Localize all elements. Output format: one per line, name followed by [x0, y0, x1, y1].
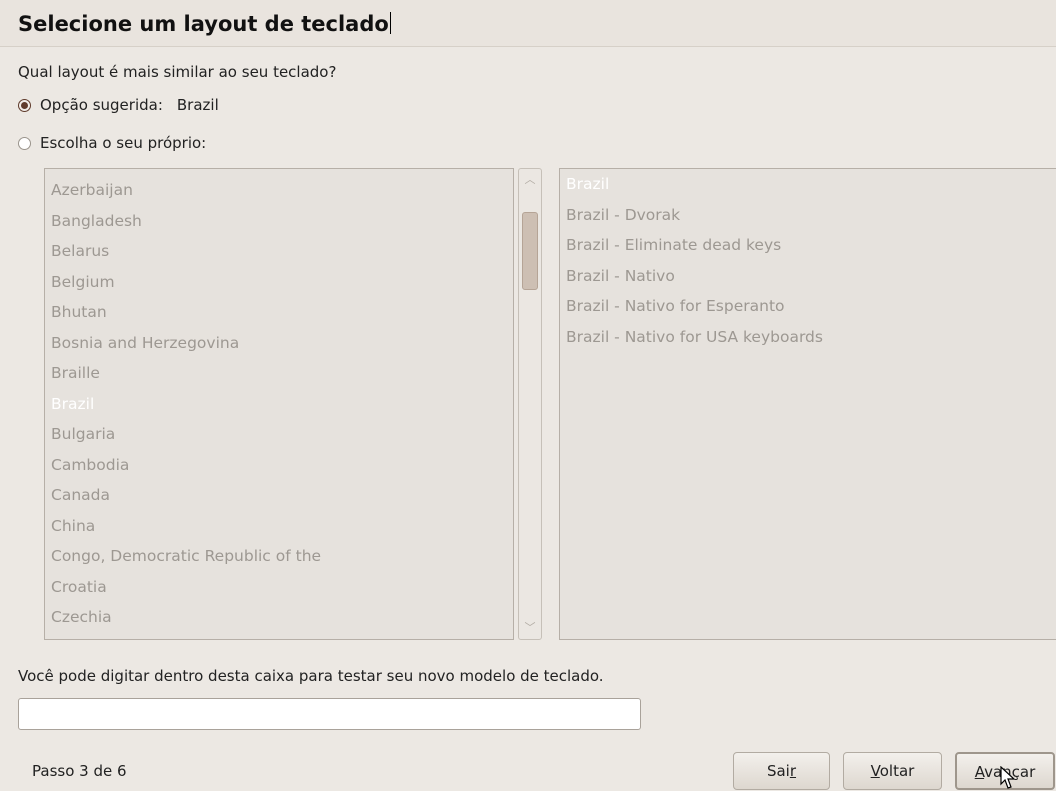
- country-list-item[interactable]: Belgium: [45, 267, 513, 298]
- radio-unchecked-icon: [18, 136, 31, 150]
- country-list-item[interactable]: Congo, Democratic Republic of the: [45, 541, 513, 572]
- variant-list-item[interactable]: Brazil: [560, 169, 1056, 200]
- country-list-item[interactable]: Bhutan: [45, 297, 513, 328]
- country-list-item[interactable]: Bosnia and Herzegovina: [45, 328, 513, 359]
- choose-own-label: Escolha o seu próprio:: [40, 134, 207, 152]
- variant-list-item[interactable]: Brazil - Nativo for USA keyboards: [560, 322, 1056, 353]
- country-list-item[interactable]: Czechia: [45, 602, 513, 633]
- variant-list-item[interactable]: Brazil - Nativo: [560, 261, 1056, 292]
- quit-label-text: Sai: [766, 762, 790, 780]
- scroll-up-icon[interactable]: ︿: [519, 169, 541, 191]
- scroll-thumb[interactable]: [522, 212, 538, 290]
- country-list-item[interactable]: China: [45, 511, 513, 542]
- step-indicator: Passo 3 de 6: [32, 762, 127, 780]
- mouse-pointer-icon: [1000, 766, 1016, 789]
- country-list-item[interactable]: Azerbaijan: [45, 175, 513, 206]
- country-list-item[interactable]: Brazil: [45, 389, 513, 420]
- variant-list-item[interactable]: Brazil - Eliminate dead keys: [560, 230, 1056, 261]
- suggested-option-label: Opção sugerida:: [40, 96, 163, 114]
- country-list-item[interactable]: Belarus: [45, 236, 513, 267]
- scroll-down-icon[interactable]: ﹀: [519, 617, 541, 639]
- page-title: Selecione um layout de teclado: [18, 12, 391, 36]
- suggested-option-radio[interactable]: Opção sugerida: Brazil: [18, 96, 219, 114]
- keyboard-test-input[interactable]: [18, 698, 641, 730]
- country-list-item[interactable]: Bangladesh: [45, 206, 513, 237]
- test-hint: Você pode digitar dentro desta caixa par…: [18, 667, 604, 685]
- country-list-item[interactable]: Croatia: [45, 572, 513, 603]
- country-list-item[interactable]: Braille: [45, 358, 513, 389]
- radio-checked-icon: [18, 98, 31, 112]
- country-list-item[interactable]: Canada: [45, 480, 513, 511]
- choose-own-radio[interactable]: Escolha o seu próprio:: [18, 134, 206, 152]
- next-mnemonic: A: [974, 763, 985, 781]
- back-button[interactable]: Voltar: [843, 752, 942, 790]
- quit-mnemonic: r: [789, 762, 797, 780]
- back-mnemonic: V: [870, 762, 880, 780]
- layout-question: Qual layout é mais similar ao seu teclad…: [18, 63, 337, 81]
- quit-button[interactable]: Sair: [733, 752, 830, 790]
- country-list-scrollbar[interactable]: ︿ ﹀: [518, 168, 542, 640]
- text-cursor: [389, 12, 391, 34]
- country-list-item[interactable]: Bulgaria: [45, 419, 513, 450]
- title-bar: Selecione um layout de teclado: [0, 0, 1056, 47]
- back-label-text: oltar: [879, 762, 915, 780]
- variant-list[interactable]: Brazil Brazil - Dvorak Brazil - Eliminate …: [559, 168, 1056, 640]
- country-list-item[interactable]: Cambodia: [45, 450, 513, 481]
- suggested-layout-value: Brazil: [176, 96, 219, 114]
- variant-list-item[interactable]: Brazil - Dvorak: [560, 200, 1056, 231]
- variant-list-item[interactable]: Brazil - Nativo for Esperanto: [560, 291, 1056, 322]
- country-list[interactable]: Azerbaijan Bangladesh Belarus Belgium Bhutan…: [44, 168, 514, 640]
